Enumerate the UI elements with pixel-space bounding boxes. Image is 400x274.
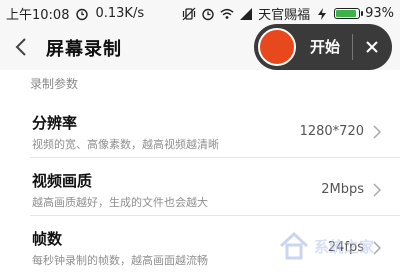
page-title: 屏幕录制 bbox=[46, 39, 122, 60]
battery-level bbox=[336, 10, 357, 17]
vibrate-icon bbox=[182, 7, 196, 20]
charging-icon bbox=[318, 7, 327, 20]
house-logo-icon bbox=[279, 231, 309, 260]
close-icon[interactable] bbox=[361, 35, 383, 59]
setting-row-quality[interactable]: 视频画质 越高画质越好，生成的文件也会越大 2Mbps bbox=[0, 160, 400, 216]
recorder-divider bbox=[352, 34, 353, 60]
wifi-icon bbox=[220, 8, 234, 19]
record-button[interactable] bbox=[258, 28, 296, 66]
recorder-control: 开始 bbox=[254, 24, 392, 70]
alarm-clock-icon bbox=[76, 8, 89, 20]
status-battery-percent: 93% bbox=[365, 6, 394, 21]
row-divider bbox=[30, 157, 400, 158]
battery-icon bbox=[334, 8, 364, 19]
chevron-left-icon[interactable] bbox=[10, 34, 34, 60]
signal-icon bbox=[240, 7, 253, 20]
alarm-icon bbox=[202, 8, 214, 20]
chevron-right-icon bbox=[373, 183, 382, 197]
status-bar-left: 上午10:08 0.13K/s bbox=[6, 4, 144, 23]
status-bar: 上午10:08 0.13K/s 天官赐福 93% bbox=[0, 0, 400, 24]
setting-value: 2Mbps bbox=[321, 182, 364, 197]
setting-value: 1280*720 bbox=[299, 124, 364, 139]
setting-subtitle: 视频的宽、高像素数，越高视频越清晰 bbox=[32, 138, 219, 151]
row-divider bbox=[30, 215, 400, 216]
chevron-right-icon bbox=[373, 125, 382, 139]
setting-subtitle: 越高画质越好，生成的文件也会越大 bbox=[32, 196, 208, 209]
setting-title: 分辨率 bbox=[32, 114, 78, 132]
setting-row-resolution[interactable]: 分辨率 视频的宽、高像素数，越高视频越清晰 1280*720 bbox=[0, 102, 400, 158]
status-network-speed: 0.13K/s bbox=[95, 6, 145, 21]
status-time: 上午10:08 bbox=[6, 8, 70, 23]
status-carrier: 天官赐福 bbox=[258, 8, 311, 23]
watermark-text: 系统之家 bbox=[314, 238, 375, 256]
section-header: 录制参数 bbox=[30, 77, 79, 91]
setting-title: 视频画质 bbox=[32, 172, 93, 190]
start-button[interactable]: 开始 bbox=[310, 36, 340, 57]
setting-title: 帧数 bbox=[32, 230, 63, 248]
watermark-logo: 系统之家 bbox=[278, 228, 394, 264]
status-bar-right: 天官赐福 93% bbox=[182, 4, 394, 23]
